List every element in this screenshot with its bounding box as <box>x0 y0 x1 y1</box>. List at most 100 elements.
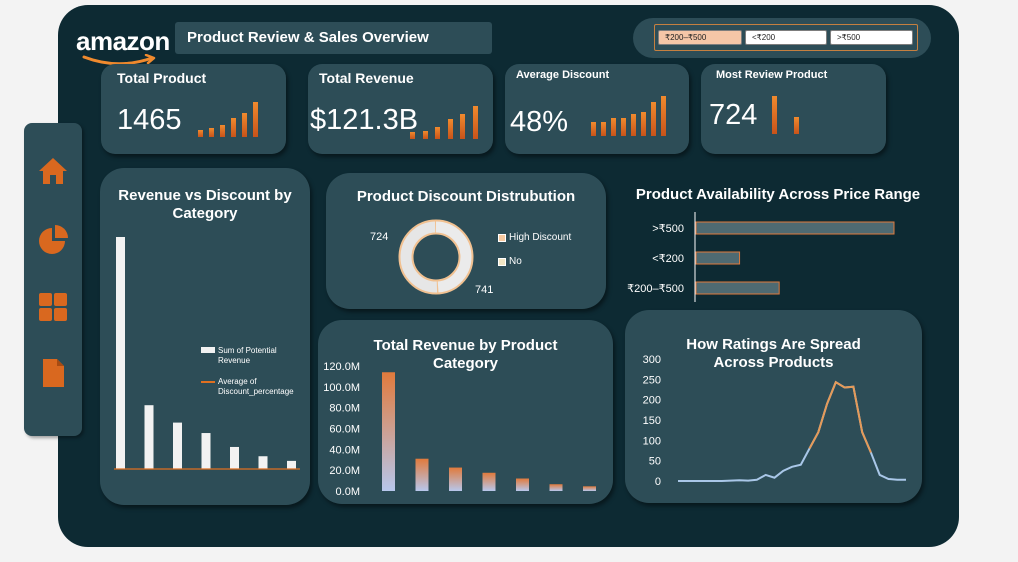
y-tick-label: 100 <box>643 435 661 447</box>
revenue-by-category-chart: 0.0M 20.0M 40.0M 60.0M 80.0M 100.0M 120.0M <box>323 361 596 498</box>
category-revenue-bar <box>449 467 462 491</box>
revenue-bar <box>201 433 211 469</box>
kpi-total-revenue: Total Revenue $121.3B <box>308 64 493 154</box>
sparkline-bar <box>631 114 636 136</box>
kpi-sparkline <box>772 96 812 134</box>
kpi-title: Average Discount <box>516 69 610 81</box>
legend-label-high-discount: High Discount <box>509 232 572 243</box>
y-tick-label: 50 <box>649 456 661 468</box>
kpi-value: 48% <box>510 106 569 138</box>
kpi-value: 1465 <box>117 104 182 136</box>
sparkline-bar <box>794 116 799 134</box>
panel-revenue-vs-discount: Revenue vs Discount by Category Sum of P… <box>100 168 310 505</box>
revenue-bar <box>258 456 268 469</box>
kpi-total-product: Total Product 1465 <box>101 64 286 154</box>
y-tick-label: 300 <box>643 354 661 366</box>
kpi-value: $121.3B <box>310 104 419 136</box>
sparkline-bar <box>242 112 247 137</box>
category-revenue-bar <box>516 478 529 491</box>
category-revenue-bar <box>583 486 596 491</box>
price-range-slicer: ₹200–₹500 <₹200 >₹500 <box>633 18 931 58</box>
availability-bar <box>695 251 741 265</box>
ratings-line <box>678 380 906 482</box>
y-tick-label: 20.0M <box>329 465 360 477</box>
y-tick-label: 0.0M <box>336 486 360 498</box>
document-icon[interactable] <box>37 357 69 389</box>
category-revenue-bar <box>549 484 563 491</box>
y-tick-label: 150 <box>643 415 661 427</box>
pie-chart-icon[interactable] <box>37 224 69 256</box>
sparkline-bar <box>435 127 440 139</box>
sparkline-bar <box>601 122 606 136</box>
legend-swatch-discount <box>201 381 215 383</box>
panel-discount-distribution: Product Discount Distrubution 724 741 Hig… <box>326 173 606 309</box>
y-tick-label: 120.0M <box>323 361 360 373</box>
legend-label-discount: Average of Discount_percentage <box>218 377 294 396</box>
availability-bar-chart: >₹500 <₹200 ₹200–₹500 <box>627 212 895 302</box>
availability-label: >₹500 <box>652 223 684 235</box>
y-tick-label: 200 <box>643 395 661 407</box>
grid-icon[interactable] <box>37 291 69 323</box>
ratings-line-highlight <box>808 380 872 453</box>
slicer-option-over-500[interactable]: >₹500 <box>830 30 913 45</box>
legend-swatch-revenue <box>201 347 215 353</box>
sparkline-bar <box>621 118 626 136</box>
availability-label: <₹200 <box>652 253 684 265</box>
revenue-bar <box>144 405 154 469</box>
kpi-most-review-product: Most Review Product 724 <box>701 64 886 154</box>
slicer-option-under-200[interactable]: <₹200 <box>745 30 827 45</box>
sparkline-bar <box>460 114 465 139</box>
panel-revenue-by-category: Total Revenue by Product Category 0.0M 20… <box>318 320 613 504</box>
sparkline-bar <box>422 130 428 139</box>
y-tick-label: 80.0M <box>329 403 360 415</box>
sparkline-bar <box>472 106 478 139</box>
kpi-sparkline <box>410 106 485 139</box>
donut-label: 724 <box>370 231 388 243</box>
y-tick-label: 40.0M <box>329 444 360 456</box>
revenue-bar <box>230 446 239 469</box>
kpi-average-discount: Average Discount 48% <box>505 64 689 154</box>
kpi-title: Total Product <box>117 70 207 86</box>
home-icon[interactable] <box>37 155 69 187</box>
sparkline-bar <box>611 118 616 136</box>
sparkline-bar <box>220 124 225 137</box>
legend-label-revenue: Sum of Potential Revenue <box>218 346 277 365</box>
sparkline-bar <box>209 128 214 137</box>
slicer-option-200-500[interactable]: ₹200–₹500 <box>658 30 742 45</box>
legend-swatch-high-discount <box>498 234 506 242</box>
kpi-value: 724 <box>709 99 758 131</box>
availability-label: ₹200–₹500 <box>627 283 684 295</box>
revenue-bar <box>116 237 125 469</box>
revenue-bar <box>287 460 296 469</box>
category-revenue-bar <box>482 472 496 491</box>
sparkline-bar <box>410 132 415 139</box>
kpi-sparkline <box>198 102 273 137</box>
panel-title-availability: Product Availability Across Price Range <box>635 186 921 203</box>
revenue-bar <box>173 422 182 469</box>
y-tick-label: 60.0M <box>329 424 360 436</box>
sidebar <box>24 123 82 436</box>
sparkline-bar <box>198 130 203 137</box>
panel-ratings-spread: How Ratings Are Spread Across Products 0… <box>625 310 922 503</box>
sparkline-bar <box>772 96 777 134</box>
y-tick-label: 0 <box>655 476 661 488</box>
sparkline-bar <box>447 119 453 139</box>
revenue-vs-discount-chart <box>114 237 300 470</box>
page-title: Product Review & Sales Overview <box>187 29 429 46</box>
y-tick-label: 250 <box>643 374 661 386</box>
sparkline-bar <box>651 102 656 136</box>
sparkline-bar <box>661 96 666 136</box>
logo-text: amazon <box>76 26 170 56</box>
legend-swatch-no <box>498 258 506 266</box>
donut-label: 741 <box>475 284 493 296</box>
availability-bar <box>695 221 895 235</box>
category-revenue-bar <box>382 372 395 491</box>
y-tick-label: 100.0M <box>323 382 360 394</box>
page-title-box: Product Review & Sales Overview <box>175 22 492 54</box>
ratings-line-chart: 0 50 100 150 200 250 300 <box>643 354 906 488</box>
category-revenue-bar <box>415 458 429 491</box>
availability-bar <box>695 281 780 295</box>
sparkline-bar <box>641 112 646 136</box>
kpi-sparkline <box>591 96 676 136</box>
sparkline-bar <box>253 102 258 137</box>
